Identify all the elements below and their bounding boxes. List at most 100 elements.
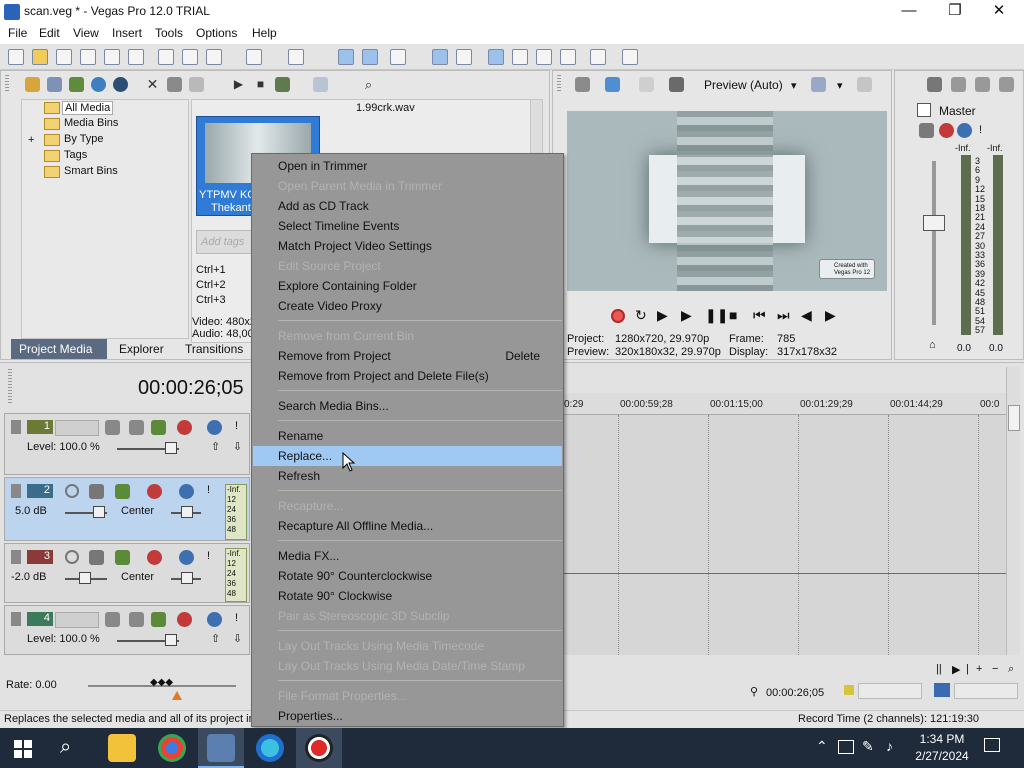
tree-expander[interactable]: + — [28, 134, 34, 146]
close-button[interactable]: ✕ — [976, 0, 1022, 24]
render-icon[interactable] — [104, 49, 120, 65]
timeline-ruler[interactable]: 0:29 00:00:59;28 00:01:15;00 00:01:29;29… — [564, 393, 1006, 415]
menu-edit[interactable]: Edit — [39, 26, 60, 40]
whats-this-icon[interactable] — [622, 49, 638, 65]
arrow-up-icon[interactable]: ⇧ — [211, 632, 220, 645]
menu-item-properties[interactable]: Properties... — [253, 706, 562, 726]
invert-phase-icon[interactable] — [89, 550, 104, 565]
snapping-icon[interactable] — [338, 49, 354, 65]
notifications-icon[interactable] — [984, 738, 1000, 752]
menu-item-rename[interactable]: Rename — [253, 426, 562, 446]
undo-icon[interactable] — [246, 49, 262, 65]
fx-chain-icon[interactable] — [147, 550, 162, 565]
track-name-field[interactable] — [55, 612, 99, 628]
redo-icon[interactable] — [288, 49, 304, 65]
selection-length-field[interactable] — [954, 683, 1018, 699]
compositing-icon[interactable] — [129, 420, 144, 435]
solo-icon[interactable]: ! — [207, 550, 210, 562]
record-icon[interactable] — [611, 309, 625, 323]
zoom-tool-icon[interactable] — [560, 49, 576, 65]
copy-icon[interactable] — [182, 49, 198, 65]
chevron-down-icon[interactable]: ▾ — [791, 79, 797, 92]
auto-preview-icon[interactable] — [275, 77, 290, 92]
track-handle-icon[interactable] — [11, 550, 21, 564]
menu-item-remove-from-project[interactable]: Remove from Project Delete — [253, 346, 562, 366]
search-icon[interactable]: ⌕ — [361, 77, 376, 92]
tab-explorer[interactable]: Explorer — [119, 342, 164, 356]
taskbar-recorder[interactable] — [296, 728, 342, 768]
online-help-icon[interactable] — [590, 49, 606, 65]
track-handle-icon[interactable] — [11, 420, 21, 434]
menu-item-create-video-proxy[interactable]: Create Video Proxy — [253, 296, 562, 316]
properties-icon[interactable] — [128, 49, 144, 65]
master-fader-knob[interactable] — [923, 215, 945, 231]
chevron-down-icon[interactable]: ▾ — [837, 79, 843, 92]
loop-playback-icon[interactable]: ↻ — [635, 307, 647, 324]
fx-chain-icon[interactable] — [177, 612, 192, 627]
menu-options[interactable]: Options — [196, 26, 237, 40]
menu-item-explore-containing-folder[interactable]: Explore Containing Folder — [253, 276, 562, 296]
play-from-start-icon[interactable]: ▶ — [657, 307, 668, 324]
mute-icon[interactable] — [179, 550, 194, 565]
pause-icon[interactable]: ❚❚ — [705, 307, 728, 324]
bus-fx-icon[interactable] — [919, 123, 934, 138]
panel-grip[interactable] — [5, 75, 9, 93]
search-media-icon[interactable] — [113, 77, 128, 92]
menu-item-match-project-video-settings[interactable]: Match Project Video Settings — [253, 236, 562, 256]
clock-date[interactable]: 2/27/2024 — [912, 749, 972, 763]
go-to-start-icon[interactable]: ⏮ — [753, 307, 766, 324]
pan-slider-knob[interactable] — [181, 572, 193, 584]
menu-item-remove-from-project-and-delete-file-s[interactable]: Remove from Project and Delete File(s) — [253, 366, 562, 386]
track-fx-icon[interactable] — [151, 612, 166, 627]
menu-item-replace[interactable]: Replace... — [253, 446, 562, 466]
tree-item-by-type[interactable]: By Type — [64, 133, 104, 145]
file-explorer-icon[interactable] — [108, 734, 136, 762]
motion-icon[interactable] — [105, 420, 120, 435]
tree-item-tags[interactable]: Tags — [64, 149, 87, 161]
solo-icon[interactable]: ! — [235, 612, 238, 624]
track-fx-icon[interactable] — [151, 420, 166, 435]
track-fx-icon[interactable] — [115, 484, 130, 499]
mute-icon[interactable] — [207, 420, 222, 435]
track-handle-icon[interactable] — [11, 612, 21, 626]
volume-slider-knob[interactable] — [93, 506, 105, 518]
track-name-field[interactable] — [55, 420, 99, 436]
tree-item-smart-bins[interactable]: Smart Bins — [64, 165, 118, 177]
play-icon[interactable]: ▶ — [681, 307, 692, 324]
level-slider-knob[interactable] — [165, 634, 177, 646]
import-media-icon[interactable] — [25, 77, 40, 92]
previous-frame-icon[interactable]: ◀ — [801, 307, 812, 324]
menu-item-add-as-cd-track[interactable]: Add as CD Track — [253, 196, 562, 216]
menu-item-recapture-all-offline-media[interactable]: Recapture All Offline Media... — [253, 516, 562, 536]
remove-media-icon[interactable]: ✕ — [145, 77, 160, 92]
zoom-in-icon[interactable]: + — [976, 663, 982, 675]
panel-grip[interactable] — [557, 75, 561, 93]
new-icon[interactable] — [8, 49, 24, 65]
volume-slider-knob[interactable] — [79, 572, 91, 584]
menu-item-rotate-90-clockwise[interactable]: Rotate 90° Clockwise — [253, 586, 562, 606]
menu-tools[interactable]: Tools — [155, 26, 183, 40]
chrome-icon[interactable] — [158, 734, 186, 762]
minimize-button[interactable]: — — [886, 0, 932, 24]
tray-chevron-up-icon[interactable]: ⌃ — [816, 738, 828, 755]
overlays-icon[interactable] — [811, 77, 826, 92]
master-properties-icon[interactable] — [927, 77, 942, 92]
media-fx-icon[interactable] — [189, 77, 204, 92]
external-monitor-icon[interactable] — [605, 77, 620, 92]
panel-grip[interactable] — [8, 369, 12, 403]
split-screen-icon[interactable] — [669, 77, 684, 92]
video-track-4[interactable]: 4 ! Level: 100.0 % ⇧ ⇩ — [4, 605, 250, 655]
ripple-edit-icon[interactable] — [390, 49, 406, 65]
solo-icon[interactable]: ! — [979, 124, 982, 136]
menu-item-rotate-90-counterclockwise[interactable]: Rotate 90° Counterclockwise — [253, 566, 562, 586]
dim-output-icon[interactable] — [975, 77, 990, 92]
tree-item-media-bins[interactable]: Media Bins — [64, 117, 118, 129]
master-fx-icon[interactable] — [939, 123, 954, 138]
copy-snapshot-icon[interactable] — [857, 77, 872, 92]
taskbar-vegas-active[interactable] — [198, 728, 244, 768]
pan-slider-knob[interactable] — [181, 506, 193, 518]
menu-insert[interactable]: Insert — [112, 26, 142, 40]
video-track-1[interactable]: 1 ! Level: 100.0 % ⇧ ⇩ — [4, 413, 250, 475]
arrow-down-icon[interactable]: ⇩ — [233, 440, 242, 453]
go-to-end-icon[interactable]: ⏭ — [777, 307, 790, 324]
